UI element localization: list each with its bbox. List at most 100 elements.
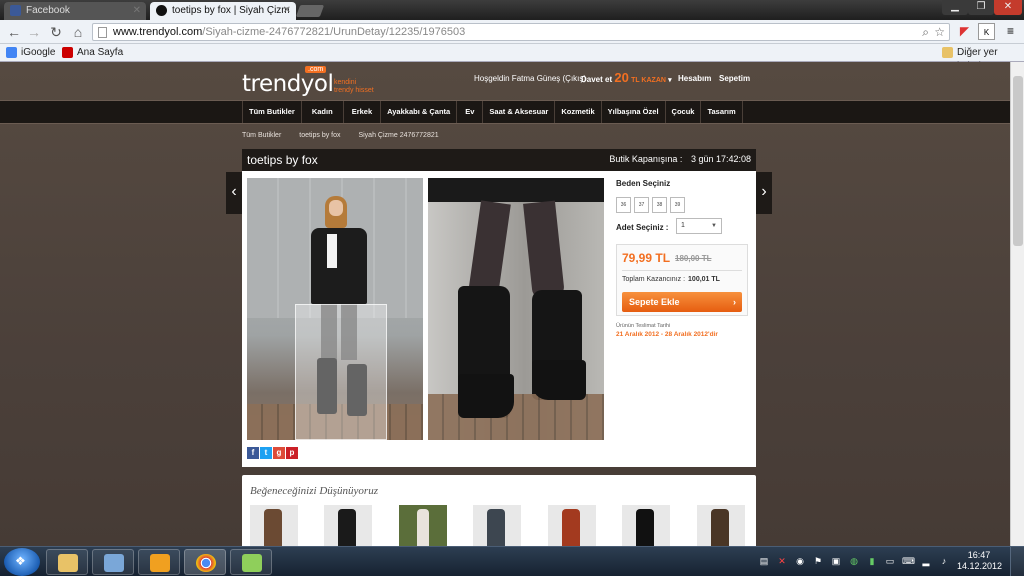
product-main-image[interactable] (247, 178, 423, 440)
model-shirt (327, 234, 337, 268)
quantity-select[interactable]: 1 ▼ (676, 218, 722, 234)
breadcrumb-item[interactable]: Tüm Butikler (242, 132, 281, 139)
restore-icon[interactable]: ❐ (968, 0, 994, 15)
woman-photo-image (417, 509, 429, 546)
network-icon (104, 554, 124, 572)
security-icon[interactable]: ◉ (794, 555, 806, 567)
invite-amount: 20 (614, 70, 629, 85)
facebook-share-icon[interactable]: f (247, 447, 259, 459)
volume-icon[interactable]: ♪ (938, 555, 950, 567)
recommended-product[interactable] (324, 505, 372, 546)
nav-kadin[interactable]: Kadın (302, 101, 344, 123)
logo-badge: .com (305, 66, 327, 73)
recommended-product[interactable] (548, 505, 596, 546)
page-viewport: trendyol .com kendini trendy hisset Hoşg… (0, 62, 1010, 546)
site-header: trendyol .com kendini trendy hisset Hoşg… (0, 62, 1010, 100)
forward-icon[interactable]: → (24, 22, 44, 42)
close-window-icon[interactable]: ✕ (994, 0, 1022, 15)
zoom-lens[interactable] (295, 304, 387, 440)
battery-icon[interactable]: ▮ (866, 555, 878, 567)
cart-link[interactable]: Sepetim (719, 74, 750, 83)
breadcrumb-item[interactable]: toetips by fox (299, 132, 340, 139)
nav-saat-aksesuar[interactable]: Saat & Aksesuar (483, 101, 556, 123)
taskbar-explorer[interactable] (46, 549, 88, 575)
menu-icon[interactable]: ≡ (1002, 23, 1019, 40)
tab-trendyol[interactable]: toetips by fox | Siyah Çizm ✕ (150, 2, 296, 20)
clock-date: 14.12.2012 (957, 561, 1003, 571)
taskbar-messenger[interactable] (230, 549, 272, 575)
old-price: 180,00 TL (675, 254, 712, 263)
home-icon[interactable]: ⌂ (68, 22, 88, 42)
size-option[interactable]: 39 (670, 197, 685, 213)
recommended-product[interactable] (622, 505, 670, 546)
brown-boot-image (264, 509, 282, 546)
system-clock[interactable]: 16:47 14.12.2012 (957, 550, 1003, 572)
googleplus-share-icon[interactable]: g (273, 447, 285, 459)
extension-k-icon[interactable]: K (978, 23, 995, 40)
extension-flag-icon[interactable]: ◤ (956, 23, 973, 40)
windows-logo-icon: ❖ (15, 554, 26, 568)
browser-tab-bar: Facebook ✕ toetips by fox | Siyah Çizm ✕… (0, 0, 1024, 20)
taskbar-outlook[interactable] (138, 549, 180, 575)
display-icon[interactable]: ▭ (884, 555, 896, 567)
back-icon[interactable]: ← (4, 22, 24, 42)
chevron-down-icon: ▾ (668, 77, 672, 84)
device-icon[interactable]: ▣ (830, 555, 842, 567)
add-to-cart-button[interactable]: Sepete Ekle › (622, 292, 742, 312)
nav-ev[interactable]: Ev (457, 101, 484, 123)
nav-kozmetik[interactable]: Kozmetik (555, 101, 602, 123)
nav-cocuk[interactable]: Çocuk (666, 101, 702, 123)
size-option[interactable]: 38 (652, 197, 667, 213)
main-nav: Tüm Butikler Kadın Erkek Ayakkabı & Çanta Ev… (0, 100, 1010, 124)
recommended-product[interactable] (250, 505, 298, 546)
recommended-product[interactable] (697, 505, 745, 546)
next-product-arrow[interactable]: › (756, 172, 772, 214)
size-label: Beden Seçiniz (616, 179, 671, 188)
previous-product-arrow[interactable]: ‹ (226, 172, 242, 214)
tab-facebook[interactable]: Facebook ✕ (4, 2, 146, 20)
new-tab-button[interactable] (295, 5, 325, 17)
closing-countdown: Butik Kapanışına : 3 gün 17:42:08 (603, 154, 751, 164)
taskbar-chrome[interactable] (184, 549, 226, 575)
scrollbar-thumb[interactable] (1013, 76, 1023, 246)
nav-tasarim[interactable]: Tasarım (701, 101, 743, 123)
nav-tum-butikler[interactable]: Tüm Butikler (243, 101, 302, 123)
windows-taskbar: ❖ ▤ ✕ ◉ ⚑ ▣ ◍ ▮ ▭ ⌨ ▂ ♪ 16:47 14.12.2012 (0, 546, 1024, 576)
start-button[interactable]: ❖ (4, 548, 40, 576)
size-option[interactable]: 36 (616, 197, 631, 213)
reload-icon[interactable]: ↻ (46, 22, 66, 42)
recommended-product[interactable] (399, 505, 447, 546)
trendyol-logo[interactable]: trendyol (242, 71, 334, 97)
twitter-share-icon[interactable]: t (260, 447, 272, 459)
nav-ayakkabi-canta[interactable]: Ayakkabı & Çanta (381, 101, 458, 123)
other-bookmarks[interactable]: Diğer yer imleri (942, 46, 1024, 72)
nav-erkek[interactable]: Erkek (344, 101, 382, 123)
account-link[interactable]: Hesabım (678, 74, 711, 83)
bookmark-star-icon[interactable]: ☆ (934, 24, 945, 40)
close-icon[interactable]: ✕ (283, 2, 291, 19)
current-price: 79,99 TL (622, 251, 671, 265)
invite-link[interactable]: Davet et 20 TL KAZAN ▾ (581, 70, 672, 85)
printer-icon[interactable]: ▤ (758, 555, 770, 567)
sync-icon[interactable]: ◍ (848, 555, 860, 567)
action-center-icon[interactable]: ⚑ (812, 555, 824, 567)
nav-yilbasina-ozel[interactable]: Yılbaşına Özel (602, 101, 666, 123)
keyboard-icon[interactable]: ⌨ (902, 555, 915, 567)
signal-icon[interactable]: ▂ (920, 555, 932, 567)
show-desktop-button[interactable] (1010, 547, 1024, 576)
pinterest-share-icon[interactable]: p (286, 447, 298, 459)
bookmark-igoogle[interactable]: iGoogle (6, 46, 55, 60)
user-greeting: Hoşgeldin Fatma Güneş (Çıkış) (474, 74, 586, 83)
minimize-icon[interactable]: ▁ (942, 0, 968, 15)
home-bookmark-icon (62, 47, 73, 58)
size-option[interactable]: 37 (634, 197, 649, 213)
zoom-search-icon[interactable]: ⌕ (922, 24, 929, 40)
antivirus-icon[interactable]: ✕ (776, 555, 788, 567)
bookmark-ana-sayfa[interactable]: Ana Sayfa (62, 46, 123, 60)
close-icon[interactable]: ✕ (133, 2, 141, 19)
taskbar-network[interactable] (92, 549, 134, 575)
page-scrollbar[interactable] (1010, 62, 1024, 546)
product-detail-image[interactable] (428, 178, 604, 440)
address-bar[interactable]: www.trendyol.com/Siyah-cizme-2476772821/… (92, 23, 950, 41)
recommended-product[interactable] (473, 505, 521, 546)
